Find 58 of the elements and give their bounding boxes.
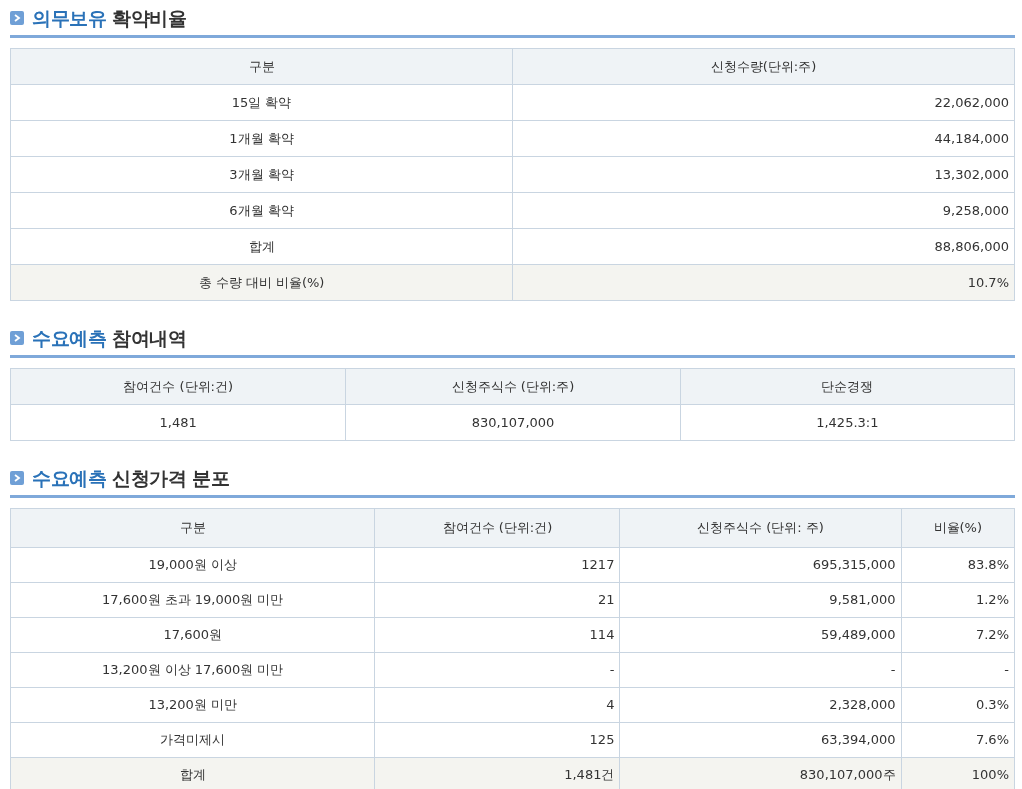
- table-cell: 1217: [374, 547, 620, 583]
- table-cell: 100%: [901, 757, 1015, 789]
- table-cell: 7.2%: [901, 617, 1015, 653]
- column-header: 참여건수 (단위:건): [374, 508, 620, 548]
- table-cell: 합계: [10, 757, 375, 789]
- table-cell: 3개월 확약: [10, 156, 513, 193]
- table-cell: -: [374, 652, 620, 688]
- table-cell: 1,481건: [374, 757, 620, 789]
- table-cell: 0.3%: [901, 687, 1015, 723]
- table-cell: 7.6%: [901, 722, 1015, 758]
- arrow-bullet-icon: [10, 331, 24, 345]
- table-cell: 총 수량 대비 비율(%): [10, 264, 513, 301]
- table-cell: 6개월 확약: [10, 192, 513, 229]
- table-cell: 1,425.3:1: [680, 404, 1015, 441]
- table-cell: 13,200원 미만: [10, 687, 375, 723]
- section-title: 수요예측 참여내역: [32, 325, 187, 351]
- arrow-bullet-icon: [10, 471, 24, 485]
- table-cell: 9,258,000: [512, 192, 1015, 229]
- table-cell: 114: [374, 617, 620, 653]
- column-header: 참여건수 (단위:건): [10, 368, 346, 405]
- table-cell: 15일 확약: [10, 84, 513, 121]
- table-cell: 125: [374, 722, 620, 758]
- table-cell: 83.8%: [901, 547, 1015, 583]
- table-cell: 17,600원 초과 19,000원 미만: [10, 582, 375, 618]
- table-cell: 가격미제시: [10, 722, 375, 758]
- column-header: 신청주식수 (단위:주): [345, 368, 681, 405]
- table-cell: 1.2%: [901, 582, 1015, 618]
- table-cell: 22,062,000: [512, 84, 1015, 121]
- table-cell: -: [619, 652, 902, 688]
- table-cell: 695,315,000: [619, 547, 902, 583]
- table-cell: 10.7%: [512, 264, 1015, 301]
- section-title: 의무보유 확약비율: [32, 5, 187, 31]
- table-cell: 합계: [10, 228, 513, 265]
- arrow-bullet-icon: [10, 11, 24, 25]
- column-header: 구분: [10, 48, 513, 85]
- table-cell: -: [901, 652, 1015, 688]
- table-cell: 88,806,000: [512, 228, 1015, 265]
- table-cell: 9,581,000: [619, 582, 902, 618]
- table-cell: 13,302,000: [512, 156, 1015, 193]
- table-cell: 830,107,000: [345, 404, 681, 441]
- column-header: 비율(%): [901, 508, 1015, 548]
- table-cell: 4: [374, 687, 620, 723]
- table-cell: 17,600원: [10, 617, 375, 653]
- table-cell: 830,107,000주: [619, 757, 902, 789]
- section-title: 수요예측 신청가격 분포: [32, 465, 230, 491]
- column-header: 신청주식수 (단위: 주): [619, 508, 902, 548]
- table-cell: 1개월 확약: [10, 120, 513, 157]
- table-cell: 63,394,000: [619, 722, 902, 758]
- table-cell: 13,200원 이상 17,600원 미만: [10, 652, 375, 688]
- column-header: 구분: [10, 508, 375, 548]
- table-cell: 2,328,000: [619, 687, 902, 723]
- column-header: 단순경쟁: [680, 368, 1015, 405]
- column-header: 신청수량(단위:주): [512, 48, 1015, 85]
- table-cell: 59,489,000: [619, 617, 902, 653]
- table-cell: 1,481: [10, 404, 346, 441]
- table-cell: 44,184,000: [512, 120, 1015, 157]
- table-cell: 21: [374, 582, 620, 618]
- table-cell: 19,000원 이상: [10, 547, 375, 583]
